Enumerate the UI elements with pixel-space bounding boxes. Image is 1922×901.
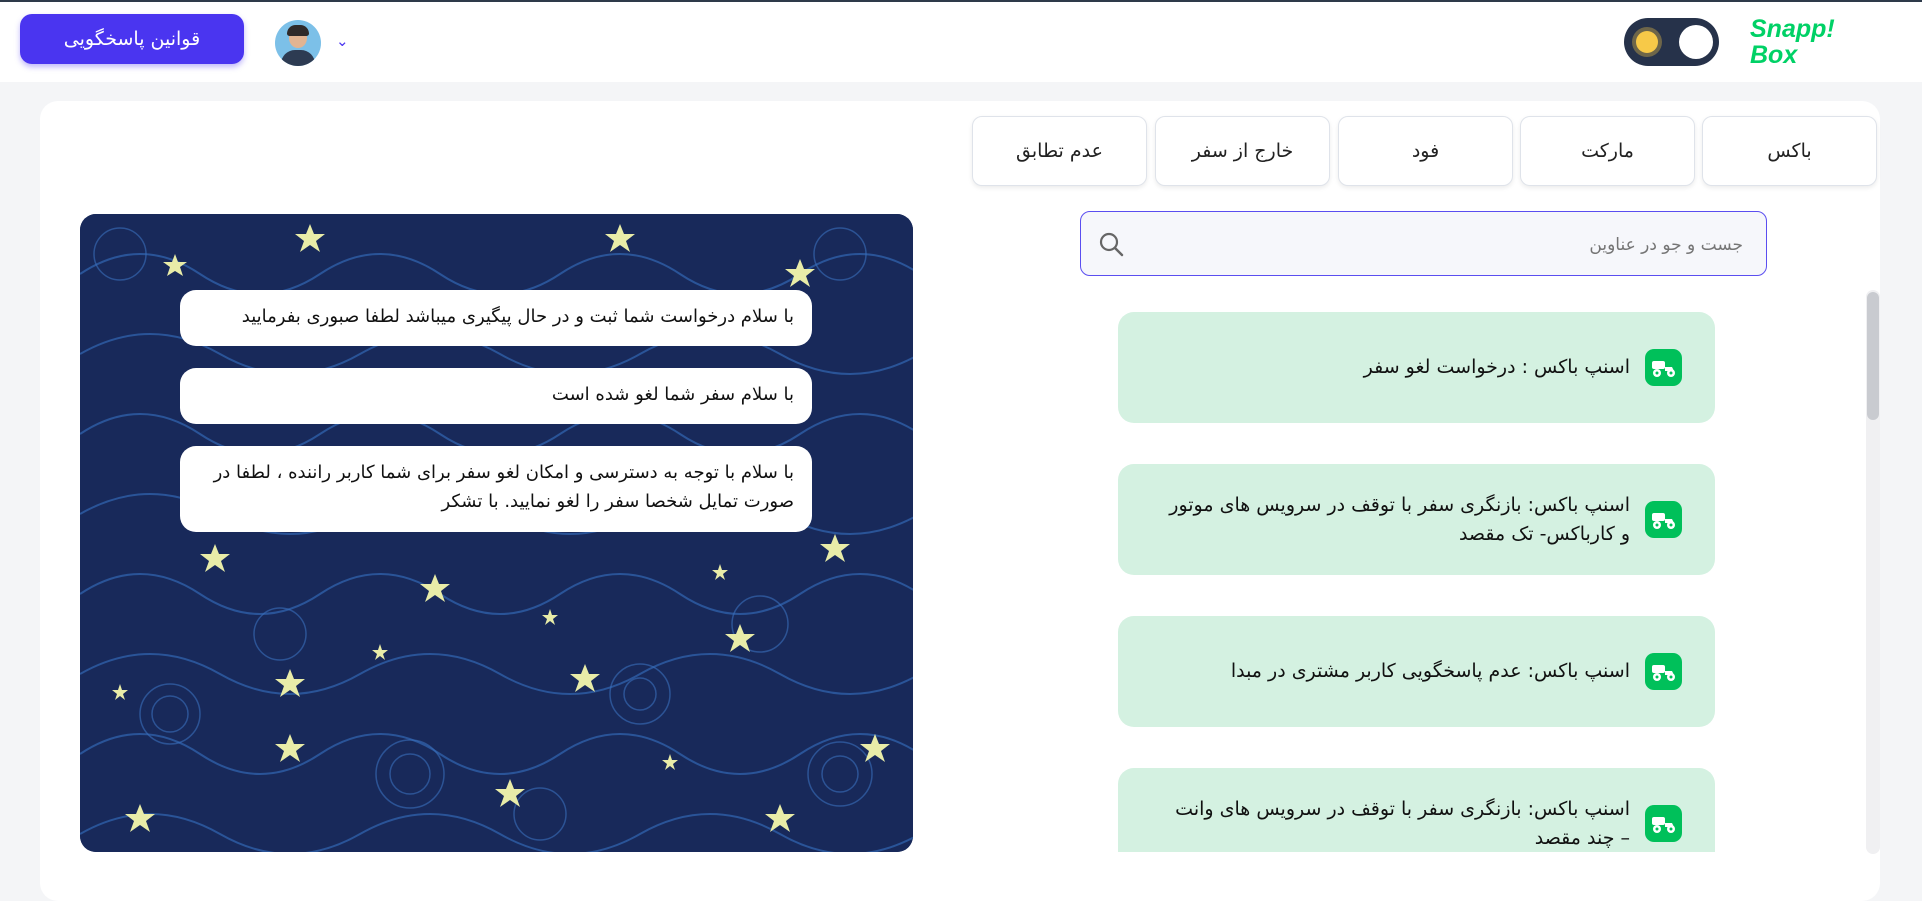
search-icon[interactable] <box>1097 230 1125 258</box>
topic-title: اسنپ باکس : درخواست لغو سفر <box>1363 356 1630 378</box>
user-avatar[interactable] <box>275 20 321 66</box>
tab-food[interactable]: فود <box>1338 116 1513 186</box>
topic-item[interactable]: اسنپ باکس: بازنگری سفر با توقف در سرویس … <box>1118 768 1715 852</box>
toggle-knob <box>1679 25 1713 59</box>
theme-toggle[interactable] <box>1624 18 1719 66</box>
tab-mismatch[interactable]: عدم تطابق <box>972 116 1147 186</box>
topic-list: اسنپ باکس : درخواست لغو سفر اسنپ باکس: ب… <box>1118 312 1715 852</box>
search-input[interactable] <box>1141 212 1745 277</box>
topic-list-scrollbar[interactable] <box>1866 290 1880 854</box>
search-box <box>1080 211 1767 277</box>
motorbike-icon <box>1645 805 1682 842</box>
tab-market[interactable]: مارکت <box>1520 116 1695 186</box>
response-bubble[interactable]: با سلام درخواست شما ثبت و در حال پیگیری … <box>180 290 812 346</box>
topic-title: اسنپ باکس: بازنگری سفر با توقف در سرویس … <box>1175 797 1630 849</box>
tab-out-of-trip[interactable]: خارج از سفر <box>1155 116 1330 186</box>
motorbike-icon <box>1645 653 1682 690</box>
scrollbar-thumb[interactable] <box>1867 292 1879 420</box>
topic-title: اسنپ باکس: بازنگری سفر با توقف در سرویس … <box>1169 493 1630 545</box>
motorbike-icon <box>1645 349 1682 386</box>
response-rules-button[interactable]: قوانین پاسخگویی <box>20 14 244 64</box>
response-bubble[interactable]: با سلام سفر شما لغو شده است <box>180 368 812 424</box>
topic-item[interactable]: اسنپ باکس: بازنگری سفر با توقف در سرویس … <box>1118 464 1715 575</box>
topic-item[interactable]: اسنپ باکس: عدم پاسخگویی کاربر مشتری در م… <box>1118 616 1715 727</box>
sun-icon <box>1636 31 1658 53</box>
topic-title: اسنپ باکس: عدم پاسخگویی کاربر مشتری در م… <box>1230 660 1630 682</box>
chevron-down-icon[interactable]: ⌄ <box>336 32 349 50</box>
top-bar: قوانین پاسخگویی ⌄ Snapp! Box <box>0 2 1922 82</box>
motorbike-icon <box>1645 501 1682 538</box>
responses-panel: با سلام درخواست شما ثبت و در حال پیگیری … <box>80 214 913 852</box>
response-bubble[interactable]: با سلام با توجه به دسترسی و امکان لغو سف… <box>180 446 812 532</box>
tab-box[interactable]: باکس <box>1702 116 1877 186</box>
topic-item[interactable]: اسنپ باکس : درخواست لغو سفر <box>1118 312 1715 423</box>
snapp-box-logo: Snapp! Box <box>1750 15 1835 69</box>
